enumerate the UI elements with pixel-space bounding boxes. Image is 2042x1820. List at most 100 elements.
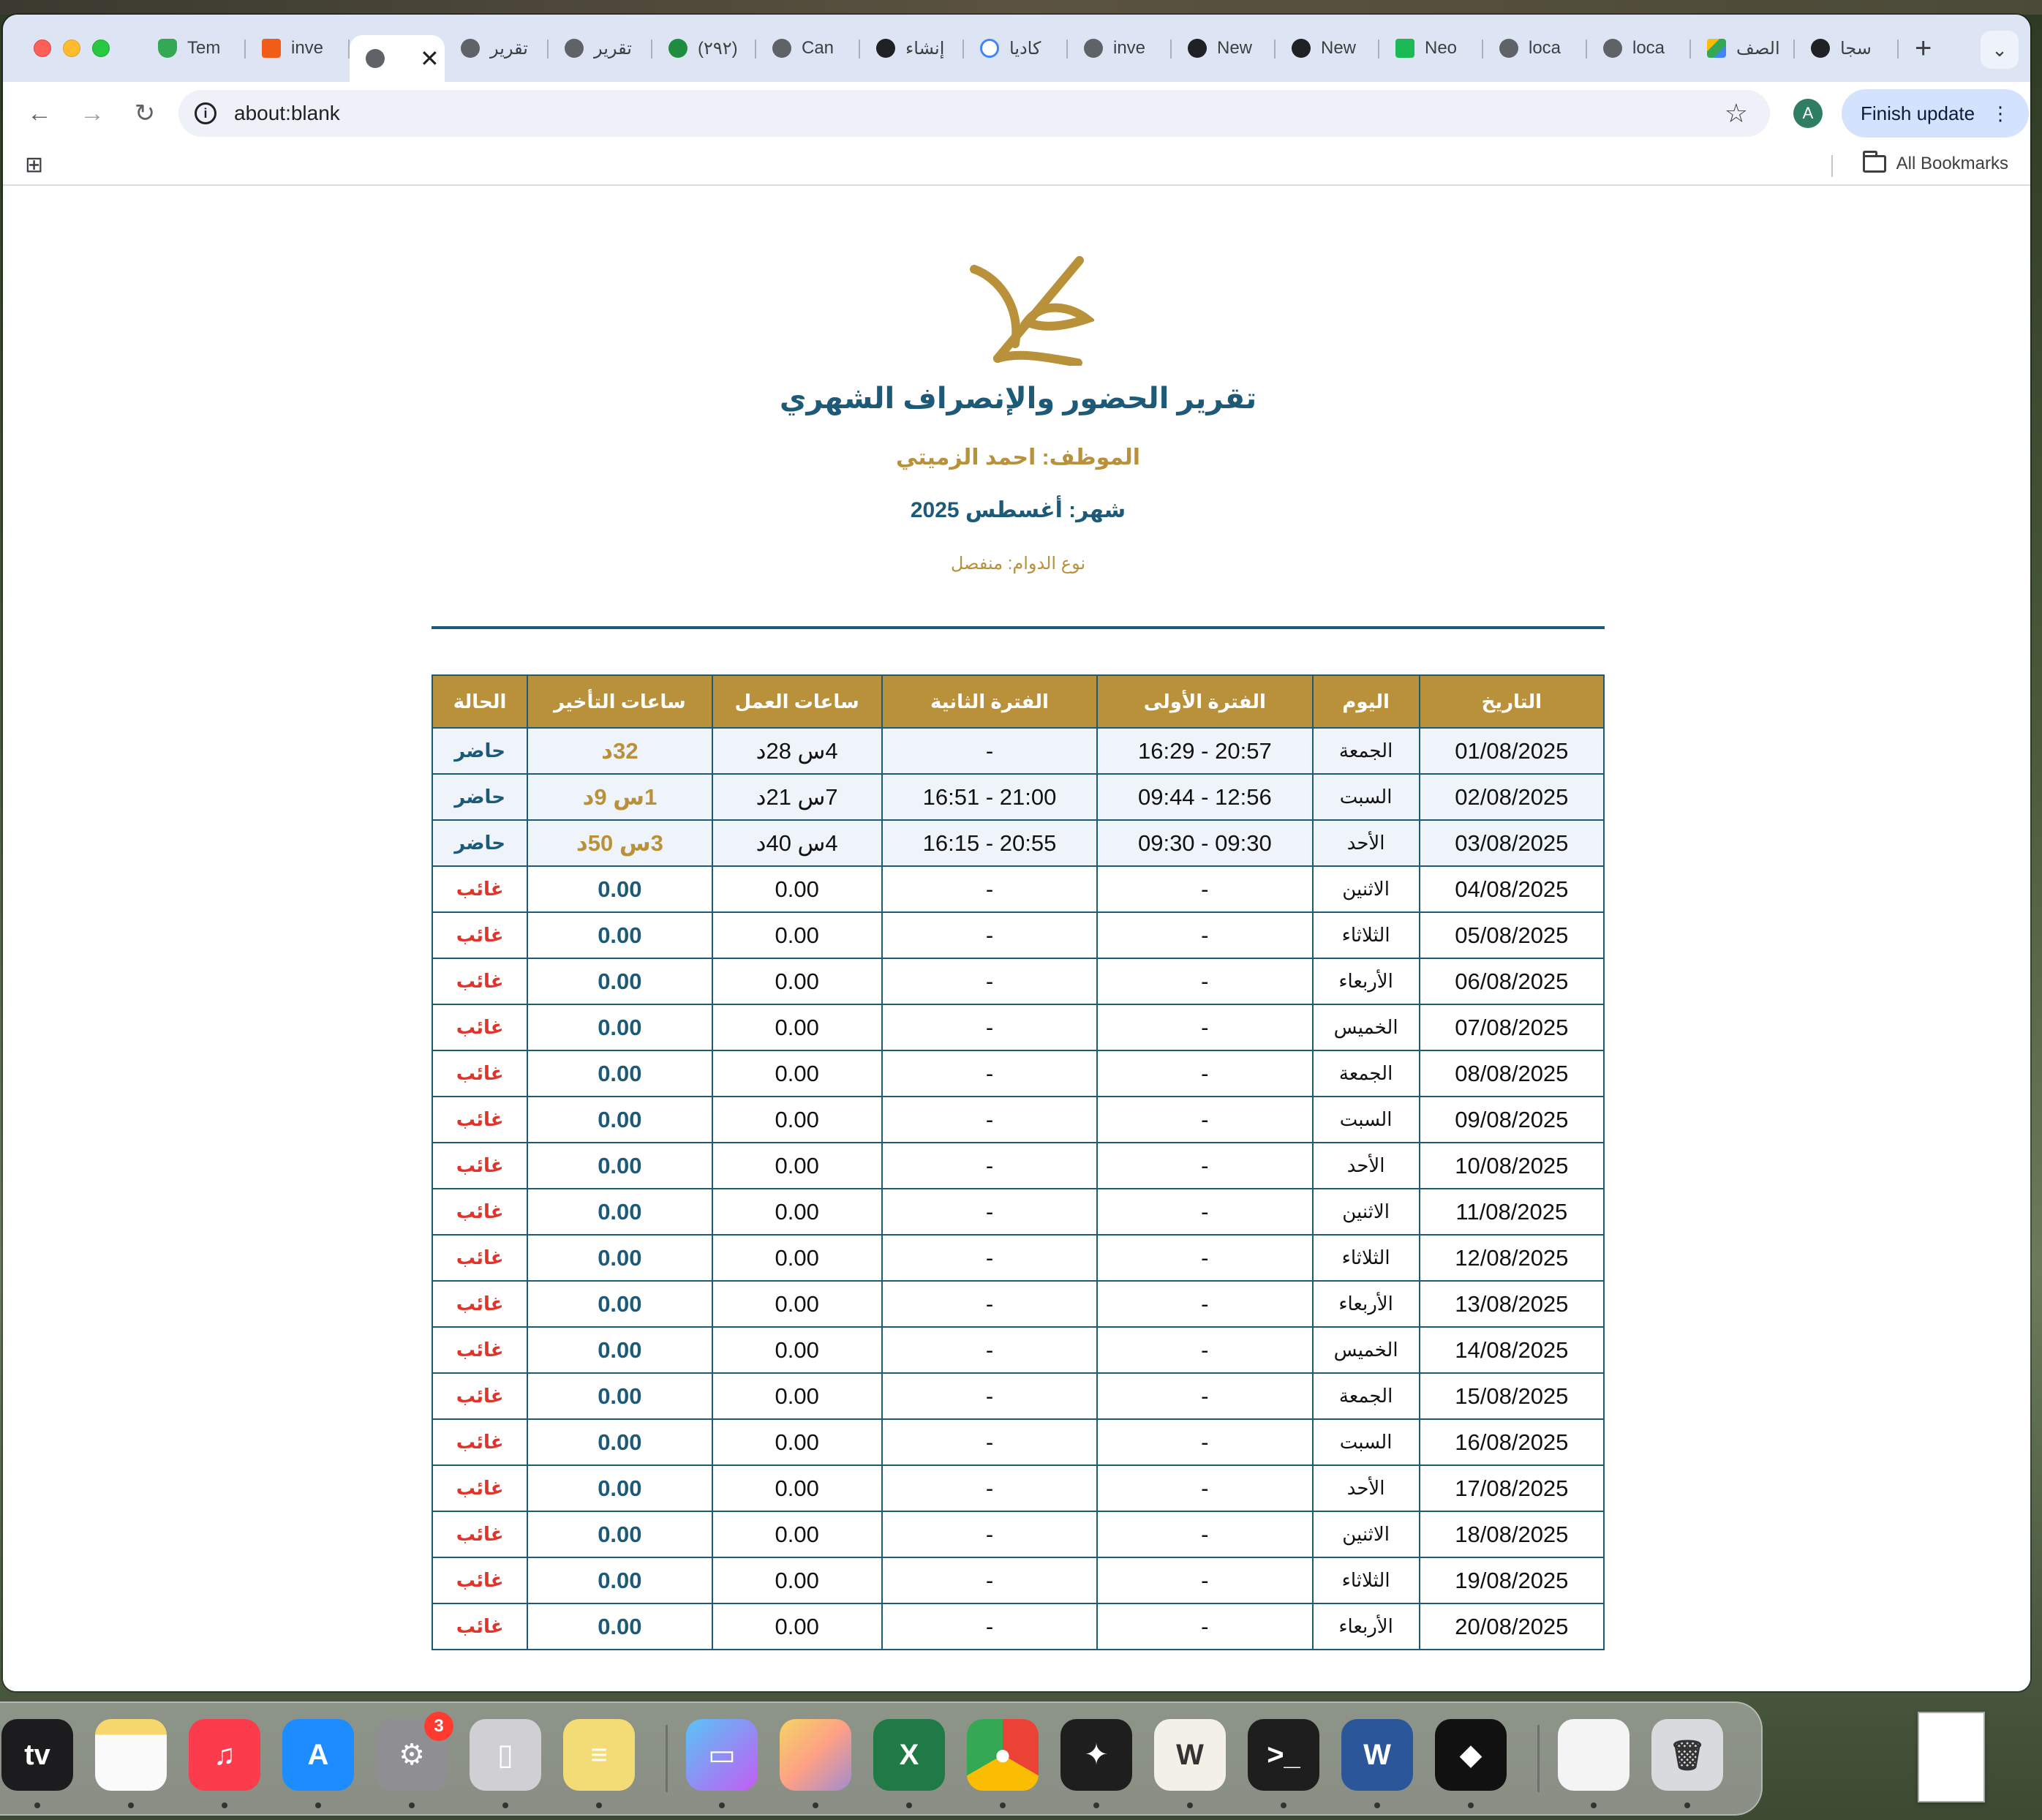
system-settings-icon[interactable]: ⚙ 3 (376, 1712, 453, 1791)
screen-app-icon[interactable]: ▭ (686, 1719, 758, 1791)
browser-tab[interactable]: إنشاء (860, 26, 964, 70)
browser-tab[interactable]: loca (1587, 26, 1691, 70)
column-header-date: التاريخ (1418, 674, 1605, 729)
tab-label: Tem (187, 38, 221, 58)
browser-tab[interactable]: New (1172, 26, 1276, 70)
notes-icon[interactable] (95, 1719, 167, 1791)
cell-date: 06/08/2025 (1418, 958, 1605, 1005)
browser-tab[interactable]: inve (1068, 26, 1172, 70)
all-bookmarks-button[interactable]: All Bookmarks (1862, 151, 2008, 174)
browser-tab[interactable]: كاديا (964, 26, 1068, 70)
apple-tv-icon[interactable]: tv (1, 1719, 73, 1791)
cell-second-period: - (881, 958, 1099, 1005)
url-text[interactable]: about:blank (234, 102, 340, 125)
dock-separator (666, 1725, 668, 1792)
gradient-app-icon[interactable] (780, 1719, 851, 1791)
table-row: 12/08/2025 الثلاثاء - -0.00 0.00 غائب (431, 1234, 1605, 1282)
zoom-window-button[interactable] (92, 40, 110, 57)
browser-tab[interactable]: New (1276, 26, 1379, 70)
cell-late-hours: 0.00 (527, 1234, 713, 1282)
table-row: 18/08/2025 الاثنين - -0.00 0.00 غائب (431, 1511, 1605, 1558)
column-header-work-hours: ساعات العمل (711, 674, 883, 729)
page-content: تقرير الحضور والإنصراف الشهري الموظف: اح… (3, 187, 2030, 1691)
cell-first-period: - (1096, 1234, 1314, 1282)
report-month: شهر: أغسطس 2025 (910, 498, 1126, 522)
cell-day: الاثنين (1311, 865, 1420, 913)
apps-grid-icon[interactable]: ⊞ (25, 152, 43, 178)
browser-tab[interactable]: الصف (1691, 26, 1795, 70)
cell-work-hours: 0.00 (711, 958, 883, 1005)
chrome-icon[interactable]: ● (967, 1719, 1039, 1791)
browser-tab[interactable]: Tem (142, 26, 246, 70)
finish-update-button[interactable]: Finish update ⋮ (1842, 89, 2030, 138)
profile-avatar[interactable]: A (1793, 99, 1823, 128)
tab-label: تقرير (594, 38, 632, 59)
iphone-mirroring-icon[interactable]: ▯ (470, 1719, 541, 1791)
cell-first-period: - (1096, 1372, 1314, 1420)
close-tab-icon[interactable]: ✕ (420, 45, 440, 72)
app-store-icon[interactable]: A (282, 1719, 354, 1791)
tab-strip: Tem inve ✕ تقرير تقرير (٢٩٢) Can إنشاء كاديا inve… (142, 15, 1899, 82)
bookmark-star-icon[interactable]: ☆ (1725, 98, 1748, 129)
reload-button[interactable]: ↻ (118, 99, 171, 128)
running-indicator (1468, 1802, 1474, 1808)
cell-late-hours: 0.00 (527, 1418, 713, 1466)
stickies-icon[interactable]: ≡ (563, 1719, 635, 1791)
wave-app-icon[interactable]: W (1154, 1719, 1226, 1791)
forward-button[interactable]: → (66, 99, 118, 128)
globe-icon (772, 39, 791, 58)
back-button[interactable]: ← (13, 99, 66, 128)
document-preview-icon[interactable] (1558, 1719, 1630, 1791)
company-logo-icon (970, 256, 1094, 366)
word-icon[interactable]: W (1341, 1719, 1413, 1791)
orange-logo-icon (262, 39, 281, 58)
tab-search-chevron-icon[interactable]: ⌄ (1981, 31, 2019, 69)
excel-icon[interactable]: X (873, 1719, 945, 1791)
all-bookmarks-label: All Bookmarks (1896, 154, 2008, 173)
table-row: 19/08/2025 الثلاثاء - -0.00 0.00 غائب (431, 1557, 1605, 1604)
browser-tab[interactable]: تقرير (445, 26, 549, 70)
cell-late-hours: 0.00 (527, 1280, 713, 1328)
cell-late-hours: 0.00 (527, 911, 713, 959)
browser-tab[interactable]: (٢٩٢) (652, 26, 756, 70)
minimize-window-button[interactable] (63, 40, 80, 57)
notification-badge: 3 (424, 1712, 453, 1741)
cell-work-hours: 4س 40د (711, 819, 883, 867)
site-info-icon[interactable]: i (195, 102, 216, 124)
tab-bar: Tem inve ✕ تقرير تقرير (٢٩٢) Can إنشاء كاديا inve… (3, 15, 2030, 82)
new-tab-button[interactable]: + (1899, 32, 1948, 65)
browser-tab[interactable]: سجا (1795, 26, 1899, 70)
music-icon[interactable]: ♫ (189, 1719, 260, 1791)
cell-day: الثلاثاء (1311, 911, 1420, 959)
terminal-icon[interactable]: >_ (1248, 1719, 1319, 1791)
cell-first-period: - (1096, 1603, 1314, 1650)
cell-status: غائب (431, 1464, 529, 1512)
table-row: 11/08/2025 الاثنين - -0.00 0.00 غائب (431, 1188, 1605, 1236)
figma-icon[interactable]: ✦ (1060, 1719, 1132, 1791)
browser-tab[interactable]: Can (756, 26, 860, 70)
cell-day: الأحد (1311, 819, 1420, 867)
cell-day: السبت (1311, 773, 1420, 821)
trash-icon[interactable]: 🗑 (1651, 1719, 1723, 1791)
tab-label: loca (1632, 38, 1665, 58)
browser-tab[interactable]: inve (246, 26, 350, 70)
browser-tab[interactable]: تقرير (549, 26, 652, 70)
running-indicator (1374, 1802, 1380, 1808)
browser-tab[interactable]: loca (1483, 26, 1587, 70)
running-indicator (409, 1802, 415, 1808)
cube-app-icon[interactable]: ◆ (1435, 1719, 1507, 1791)
running-indicator (1187, 1802, 1193, 1808)
cell-date: 08/08/2025 (1418, 1050, 1605, 1097)
browser-tab[interactable]: ✕ (350, 35, 445, 82)
cell-first-period: - (1096, 1050, 1314, 1097)
running-indicator (1684, 1802, 1690, 1808)
drive-icon (1707, 39, 1726, 58)
browser-tab[interactable]: Neo (1379, 26, 1483, 70)
cell-day: الجمعة (1311, 1050, 1420, 1097)
cell-late-hours: 0.00 (527, 1603, 713, 1650)
document-thumbnail[interactable] (1918, 1712, 1985, 1802)
cell-second-period: 21:00 - 16:51 (881, 773, 1099, 821)
close-window-button[interactable] (34, 40, 51, 57)
browser-window: Tem inve ✕ تقرير تقرير (٢٩٢) Can إنشاء كاديا inve… (3, 15, 2030, 1691)
address-bar[interactable]: i about:blank ☆ (178, 90, 1770, 137)
